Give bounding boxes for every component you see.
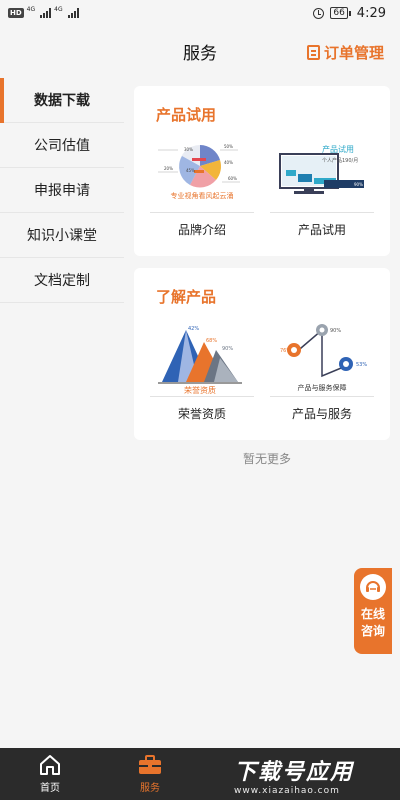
- tile-label: 产品与服务: [291, 407, 352, 421]
- home-icon: [40, 755, 60, 775]
- no-more-text: 暂无更多: [242, 452, 291, 466]
- header: 服务 订单管理: [0, 26, 400, 76]
- order-management-label: 订单管理: [323, 44, 384, 62]
- nav-item-home[interactable]: 首页: [0, 748, 100, 800]
- sidebar-item-label: 公司估值: [34, 138, 90, 154]
- brand-intro-image: 30% 50% 20% 45% 40% 60% 专业视角看风起云涌: [148, 136, 256, 212]
- battery-icon: 66: [330, 7, 351, 19]
- tile-label: 荣誉资质: [177, 407, 226, 421]
- image-caption: 产品与服务保障: [298, 383, 347, 392]
- mountain-label: 42%: [188, 326, 199, 332]
- pie-label: 40%: [224, 160, 233, 165]
- online-consult-button[interactable]: 在线咨询: [354, 568, 392, 654]
- pin-label: 53%: [356, 362, 367, 368]
- sidebar-item-document-custom[interactable]: 文档定制: [0, 258, 124, 303]
- network-type-2: 4G: [54, 5, 63, 13]
- nav-item-label: 首页: [40, 783, 60, 794]
- image-subcaption: 个人产品190/月: [322, 157, 358, 164]
- pie-label: 45%: [186, 168, 195, 173]
- pie-label: 60%: [228, 176, 237, 181]
- sidebar-item-label: 数据下载: [34, 93, 90, 109]
- sidebar-item-label: 知识小课堂: [27, 228, 97, 244]
- image-caption: 专业视角看风起云涌: [171, 191, 234, 200]
- card-title: 产品试用: [156, 106, 217, 124]
- product-service-image: 76% 90% 53% 产品与服务保障: [268, 320, 376, 396]
- sidebar-item-knowledge-class[interactable]: 知识小课堂: [0, 213, 124, 258]
- status-left: HD 4G 4G: [8, 5, 79, 18]
- online-consult-label: 在线咨询: [360, 607, 385, 638]
- hd-badge: HD: [8, 8, 24, 18]
- nav-item-service[interactable]: 服务: [100, 748, 200, 800]
- pin-label: 90%: [330, 328, 341, 334]
- sidebar-item-label: 文档定制: [34, 273, 90, 289]
- status-right: 66 4:29: [313, 6, 386, 21]
- alarm-icon: [313, 7, 325, 19]
- watermark: 下载号应用 www.xiazaihao.com: [234, 754, 394, 796]
- network-type: 4G: [26, 5, 36, 13]
- sidebar-item-company-valuation[interactable]: 公司估值: [0, 123, 124, 168]
- pie-label: 20%: [164, 166, 173, 171]
- sidebar-item-application[interactable]: 申报申请: [0, 168, 124, 213]
- nav-item-label: 服务: [140, 783, 160, 794]
- mountain-label: 68%: [206, 338, 217, 344]
- tile-product-trial[interactable]: 产品试用 个人产品190/月 90% 产品试用: [268, 136, 376, 238]
- sidebar-item-data-download[interactable]: 数据下载: [0, 78, 124, 123]
- mountain-label: 90%: [222, 346, 233, 352]
- order-management-button[interactable]: 订单管理: [306, 42, 384, 63]
- tile-honor-qualification[interactable]: 42% 68% 90% 荣誉资质 荣誉资质: [148, 320, 256, 422]
- learn-product-card: 了解产品 42% 68% 90% 荣誉资质 荣誉资质 76% 90% 53% 产…: [134, 268, 390, 440]
- product-trial-image: 产品试用 个人产品190/月 90%: [268, 136, 376, 212]
- tile-label: 产品试用: [297, 223, 346, 237]
- image-caption: 荣誉资质: [184, 385, 216, 395]
- watermark-text: 下载号应用: [234, 760, 355, 785]
- battery-level: 66: [330, 7, 348, 19]
- tile-brand-intro[interactable]: 30% 50% 20% 45% 40% 60% 专业视角看风起云涌 品牌介绍: [148, 136, 256, 238]
- signal-icon: [40, 8, 52, 18]
- clock: 4:29: [356, 5, 386, 21]
- image-value: 90%: [354, 182, 363, 187]
- image-caption: 产品试用: [322, 144, 354, 154]
- pie-label: 50%: [224, 144, 233, 149]
- honor-image: 42% 68% 90% 荣誉资质: [148, 320, 256, 396]
- tile-product-service[interactable]: 76% 90% 53% 产品与服务保障 产品与服务: [268, 320, 376, 422]
- watermark-url: www.xiazaihao.com: [234, 786, 340, 796]
- pin-label: 76%: [280, 348, 291, 354]
- status-bar: HD 4G 4G 66 4:29: [0, 0, 400, 26]
- sidebar-item-label: 申报申请: [34, 183, 90, 199]
- document-icon: [306, 45, 320, 60]
- briefcase-icon: [139, 755, 161, 774]
- page-title: 服务: [183, 43, 217, 64]
- headset-icon: [360, 574, 386, 600]
- tile-label: 品牌介绍: [177, 223, 226, 237]
- signal-icon-2: [67, 8, 79, 18]
- card-title: 了解产品: [156, 288, 217, 306]
- sidebar: 数据下载 公司估值 申报申请 知识小课堂 文档定制: [0, 78, 124, 303]
- pie-label: 30%: [184, 147, 193, 152]
- product-trial-card: 产品试用 30% 50% 20% 45% 40% 60% 专业视角看风起云涌 品…: [134, 86, 390, 256]
